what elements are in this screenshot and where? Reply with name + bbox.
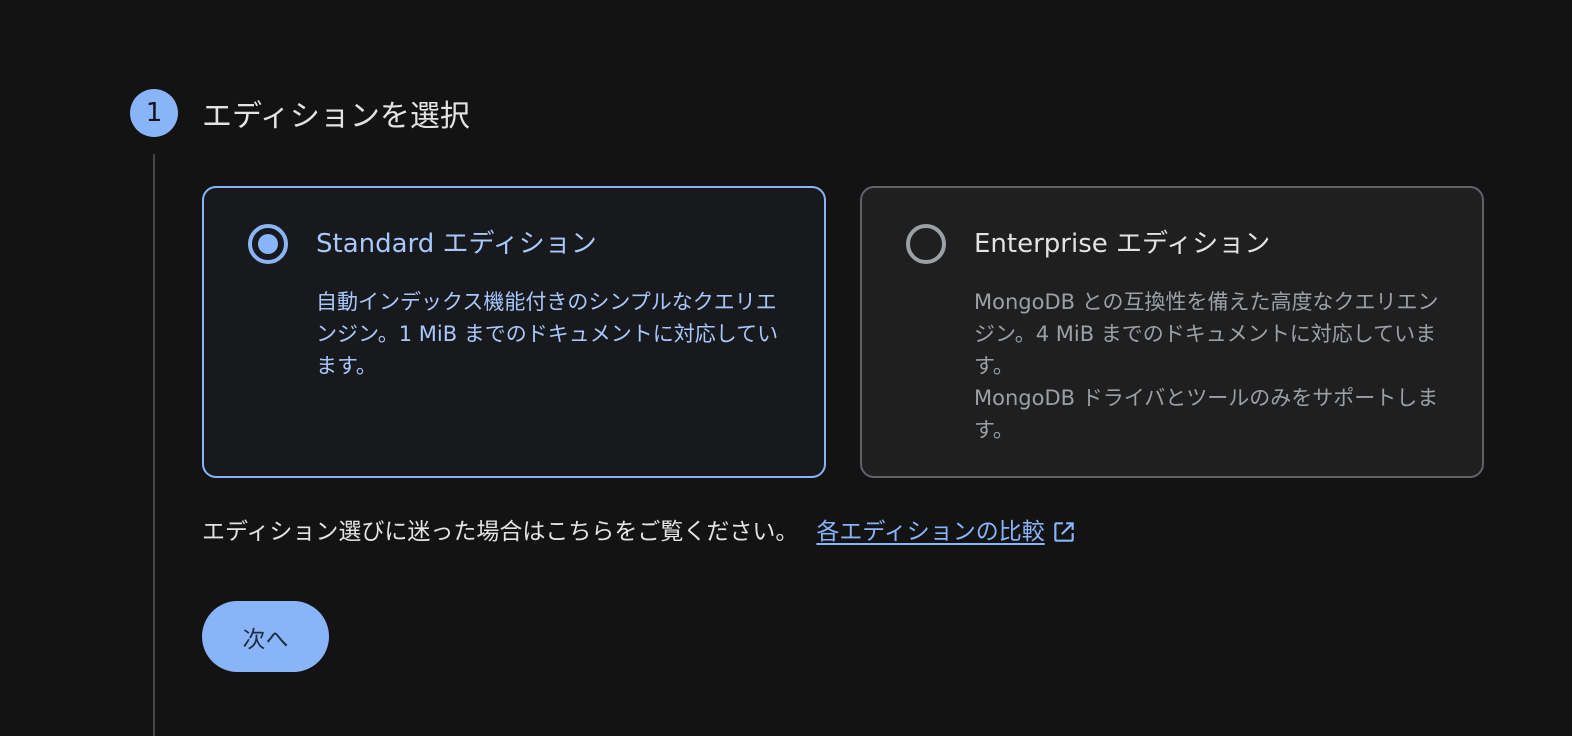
compare-editions-link[interactable]: 各エディションの比較 <box>816 514 1076 550</box>
edition-card-standard[interactable]: Standard エディション 自動インデックス機能付きのシンプルなクエリエンジ… <box>202 186 826 478</box>
open-in-new-icon <box>1054 522 1074 542</box>
standard-edition-title: Standard エディション <box>316 229 597 259</box>
step-header: 1 エディションを選択 <box>130 89 470 137</box>
standard-radio-selected[interactable] <box>248 224 288 264</box>
step-number-badge: 1 <box>130 89 178 137</box>
next-button[interactable]: 次へ <box>202 601 329 672</box>
step-connector-line <box>153 154 155 736</box>
edition-card-enterprise[interactable]: Enterprise エディション MongoDB との互換性を備えた高度なクエ… <box>860 186 1484 478</box>
standard-edition-description: 自動インデックス機能付きのシンプルなクエリエンジン。1 MiB までのドキュメン… <box>316 286 794 382</box>
enterprise-description-line1: MongoDB との互換性を備えた高度なクエリエンジン。4 MiB までのドキュ… <box>974 290 1439 378</box>
help-text: エディション選びに迷った場合はこちらをご覧ください。 <box>202 519 799 545</box>
standard-description-text: 自動インデックス機能付きのシンプルなクエリエンジン。1 MiB までのドキュメン… <box>316 290 779 378</box>
edition-help: エディション選びに迷った場合はこちらをご覧ください。 各エディションの比較 <box>202 514 1077 550</box>
compare-editions-link-label: 各エディションの比較 <box>816 519 1045 545</box>
enterprise-description-line2: MongoDB ドライバとツールのみをサポートします。 <box>974 386 1439 442</box>
enterprise-edition-title: Enterprise エディション <box>974 229 1271 259</box>
step-title: エディションを選択 <box>202 99 470 134</box>
enterprise-edition-description: MongoDB との互換性を備えた高度なクエリエンジン。4 MiB までのドキュ… <box>974 286 1452 446</box>
enterprise-radio-unselected[interactable] <box>906 224 946 264</box>
